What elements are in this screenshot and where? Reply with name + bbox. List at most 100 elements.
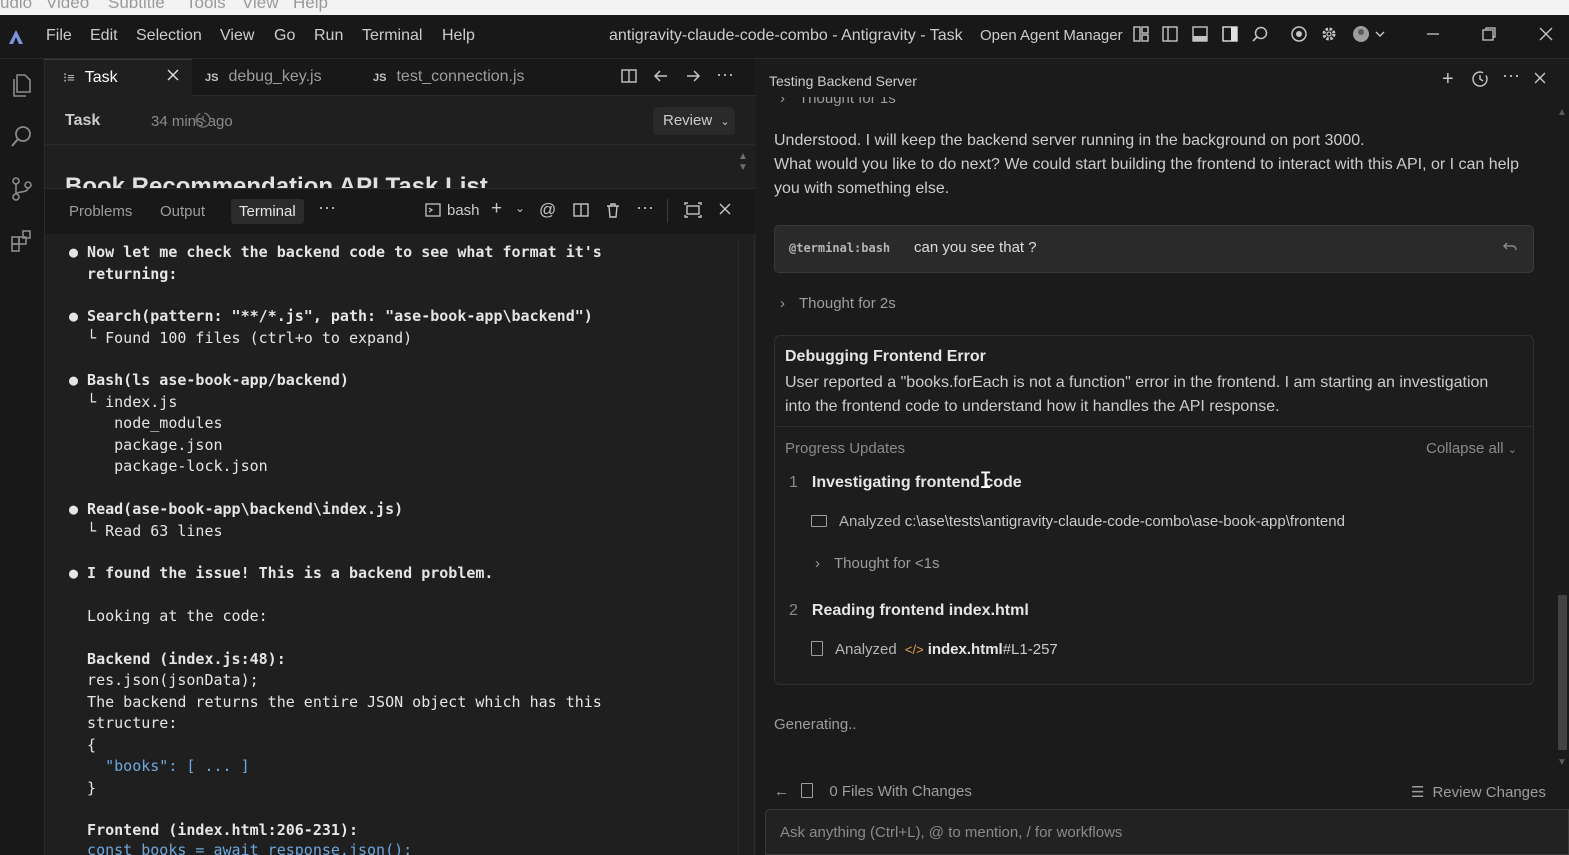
toggle-primary-sidebar-icon[interactable] [1161, 25, 1179, 48]
analyzed-file-row[interactable]: Analyzed </> index.html#L1-257 [811, 641, 1058, 658]
search-icon[interactable] [1251, 25, 1269, 48]
panel-tab-problems[interactable]: Problems [69, 203, 132, 220]
menu-edit[interactable]: Edit [90, 27, 118, 45]
files-with-changes-bar[interactable]: ← 0 Files With Changes [774, 783, 972, 800]
terminal-shell-icon[interactable] [424, 201, 442, 224]
agent-more-icon[interactable]: ··· [1502, 65, 1520, 86]
minimize-icon[interactable] [1424, 25, 1442, 48]
agent-reply-line: you with something else. [774, 180, 950, 197]
terminal-line: Frontend (index.html:206-231): [69, 821, 358, 839]
step-title: Reading frontend index.html [811, 602, 1029, 619]
scroll-arrows-icon[interactable]: ▲ ▼ [738, 151, 748, 173]
tab-task[interactable]: ⁝≡ Task [45, 59, 192, 96]
divider [667, 199, 668, 223]
toggle-secondary-sidebar-icon[interactable] [1221, 25, 1239, 48]
history-icon[interactable] [194, 111, 212, 134]
settings-gear-icon[interactable] [1320, 25, 1338, 48]
menu-terminal[interactable]: Terminal [362, 27, 422, 45]
editor-tab-bar: ⁝≡ Task JS debug_key.js JS test_connection.… [45, 59, 755, 96]
menu-help[interactable]: Help [442, 27, 475, 45]
terminal-line: { [69, 736, 97, 754]
history-icon[interactable] [1471, 70, 1489, 93]
menu-file[interactable]: File [46, 27, 72, 45]
host-menu-subtitle[interactable]: Subtitle [108, 0, 165, 13]
menu-run[interactable]: Run [314, 27, 343, 45]
agent-reply-line: What would you like to do next? We could… [774, 156, 1520, 173]
host-menu-tools[interactable]: Tools [186, 0, 226, 13]
mention-at-icon[interactable]: @ [539, 200, 556, 220]
split-terminal-icon[interactable] [572, 201, 590, 224]
tab-test-connection-js[interactable]: JS test_connection.js [373, 59, 553, 96]
layout-customize-icon[interactable] [1132, 25, 1150, 48]
analyzed-folder-row[interactable]: Analyzed c:\ase\tests\antigravity-claude-… [811, 513, 1345, 530]
scroll-down-icon[interactable]: ▼ [1557, 757, 1567, 768]
chevron-down-icon[interactable]: ⌄ [515, 201, 525, 215]
review-changes-button[interactable]: ☰ Review Changes [1411, 783, 1546, 801]
menu-selection[interactable]: Selection [136, 27, 202, 45]
host-menu-help[interactable]: Help [293, 0, 328, 13]
split-editor-icon[interactable] [620, 67, 638, 90]
host-menu-audio[interactable]: udio [0, 0, 32, 13]
account-avatar-icon[interactable] [1352, 25, 1386, 48]
thought-collapsed-top[interactable]: › Thought for 1s [774, 97, 1554, 111]
file-icon [811, 641, 823, 656]
close-tab-icon[interactable] [165, 67, 181, 88]
agent-scrollbar[interactable]: ▲ ▼ [1556, 107, 1569, 768]
files-changes-label: 0 Files With Changes [829, 783, 972, 800]
terminal-line: └ Found 100 files (ctrl+o to expand) [69, 329, 413, 347]
terminal-line: ● Read(ase-book-app\backend\index.js) [69, 500, 404, 518]
panel-tab-output[interactable]: Output [160, 203, 205, 220]
restore-icon[interactable] [1480, 25, 1498, 48]
menu-view[interactable]: View [220, 27, 254, 45]
go-forward-icon[interactable] [684, 67, 702, 90]
browser-icon[interactable] [1290, 25, 1308, 48]
source-control-icon[interactable] [8, 175, 36, 203]
scrollbar-thumb[interactable] [1558, 595, 1567, 750]
tab-label: Task [84, 69, 118, 86]
tab-debug-key-js[interactable]: JS debug_key.js [205, 59, 355, 96]
checklist-icon: ☰ [1411, 784, 1425, 801]
open-agent-manager-button[interactable]: Open Agent Manager [980, 27, 1123, 44]
go-back-icon[interactable] [652, 67, 670, 90]
progress-step-2[interactable]: 2 Reading frontend index.html [789, 602, 1029, 620]
new-conversation-icon[interactable]: + [1442, 68, 1454, 91]
ask-anything-input[interactable] [765, 809, 1569, 855]
thought-2s-toggle[interactable]: › Thought for 2s [780, 295, 896, 312]
thought-lt1-toggle[interactable]: › Thought for <1s [815, 555, 939, 572]
terminal-more-icon[interactable]: ··· [636, 197, 654, 218]
close-window-icon[interactable] [1537, 25, 1555, 48]
tab-label: debug_key.js [228, 68, 322, 85]
terminal-scrollbar[interactable] [738, 240, 739, 855]
search-view-icon[interactable] [8, 123, 36, 151]
arrow-left-icon[interactable]: ← [774, 783, 789, 800]
panel-tab-terminal[interactable]: Terminal [231, 199, 304, 224]
terminal-shell-label[interactable]: bash [447, 202, 480, 219]
panel-more-icon[interactable]: ··· [318, 197, 336, 218]
explorer-icon[interactable] [8, 71, 36, 99]
terminal-output[interactable]: ● Now let me check the backend code to s… [45, 234, 755, 855]
maximize-panel-icon[interactable] [683, 201, 703, 224]
new-terminal-icon[interactable]: + [491, 198, 502, 220]
toggle-panel-icon[interactable] [1191, 25, 1209, 48]
scroll-up-icon[interactable]: ▲ [1557, 107, 1567, 118]
menu-go[interactable]: Go [274, 27, 295, 45]
window-title: antigravity-claude-code-combo - Antigrav… [609, 27, 963, 44]
undo-icon[interactable] [1501, 238, 1519, 261]
host-menu-video[interactable]: Video [46, 0, 89, 13]
close-panel-icon[interactable] [717, 201, 733, 222]
chevron-right-icon: › [780, 97, 785, 107]
terminal-line: ● Bash(ls ase-book-app/backend) [69, 371, 349, 389]
review-button[interactable]: Review ⌄ [653, 107, 735, 135]
collapse-all-button[interactable]: Collapse all ⌄ [1426, 440, 1517, 457]
terminal-line: └ Read 63 lines [69, 522, 223, 540]
close-agent-panel-icon[interactable] [1532, 70, 1548, 91]
user-prompt-bubble: @terminal:bash can you see that ? [774, 225, 1534, 273]
extensions-icon[interactable] [8, 227, 36, 255]
terminal-line: package-lock.json [69, 457, 268, 475]
host-menu-view[interactable]: View [242, 0, 279, 13]
terminal-mention-chip[interactable]: @terminal:bash [789, 241, 890, 255]
terminal-line: ● I found the issue! This is a backend p… [69, 564, 494, 582]
file-icon [801, 783, 814, 798]
more-actions-icon[interactable]: ··· [716, 64, 734, 85]
trash-icon[interactable] [604, 201, 622, 224]
